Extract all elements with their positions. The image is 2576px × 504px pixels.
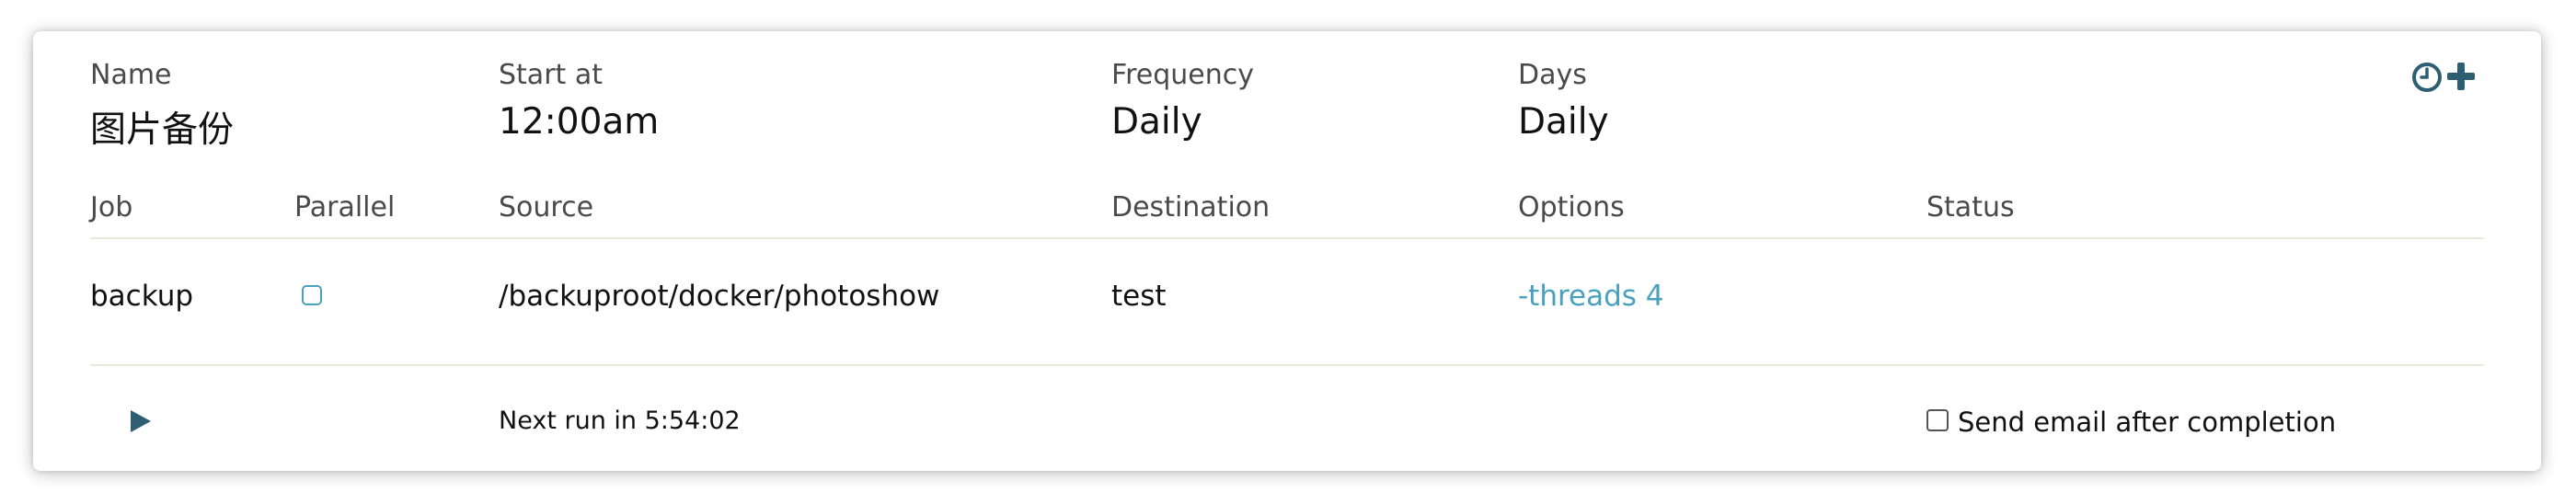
- clock-icon[interactable]: [2410, 61, 2444, 94]
- header-destination: Destination: [1111, 191, 1271, 223]
- send-email-label[interactable]: Send email after completion: [1958, 407, 2336, 438]
- destination-cell: test: [1111, 280, 1167, 313]
- next-run-text: Next run in 5:54:02: [499, 407, 741, 435]
- header-parallel: Parallel: [294, 191, 396, 223]
- send-email-checkbox[interactable]: [1926, 409, 1949, 431]
- header-source: Source: [499, 191, 594, 223]
- row-divider: [90, 364, 2484, 366]
- parallel-checkbox[interactable]: [302, 285, 322, 305]
- frequency-value: Daily: [1111, 101, 1202, 143]
- start-at-value: 12:00am: [499, 101, 660, 143]
- source-cell: /backuproot/docker/photoshow: [499, 280, 940, 313]
- header-job: Job: [90, 191, 133, 223]
- frequency-label: Frequency: [1111, 59, 1254, 91]
- header-status: Status: [1926, 191, 2015, 223]
- play-icon[interactable]: [129, 408, 153, 434]
- header-divider: [90, 237, 2484, 239]
- days-value: Daily: [1518, 101, 1609, 143]
- header-options: Options: [1518, 191, 1625, 223]
- name-value: 图片备份: [90, 109, 235, 151]
- options-link[interactable]: -threads 4: [1518, 280, 1664, 313]
- start-at-label: Start at: [499, 59, 603, 91]
- schedule-card: Name 图片备份 Start at 12:00am Frequency Dai…: [33, 31, 2541, 471]
- job-cell: backup: [90, 280, 194, 313]
- days-label: Days: [1518, 59, 1587, 91]
- plus-icon[interactable]: [2445, 61, 2477, 92]
- name-label: Name: [90, 59, 172, 91]
